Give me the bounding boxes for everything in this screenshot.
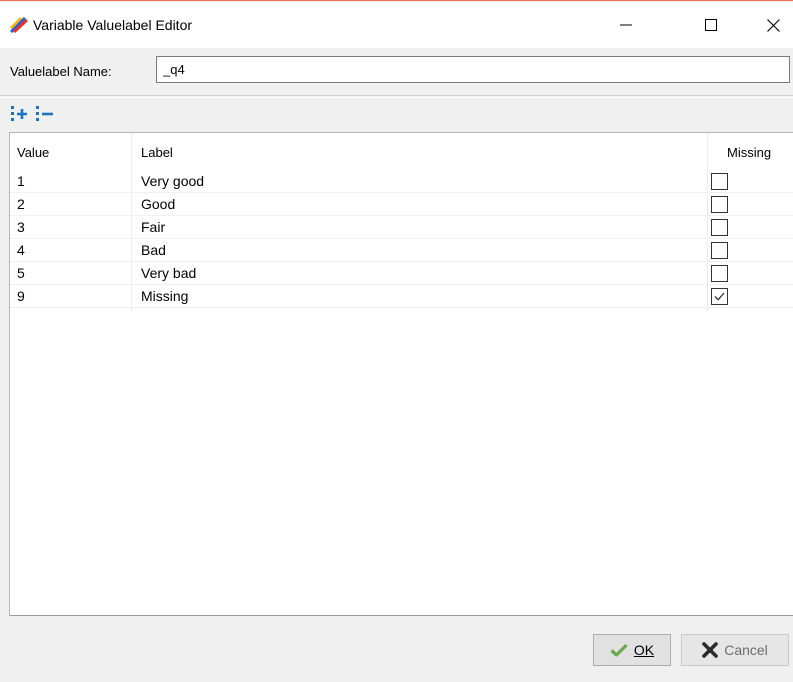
valuelabel-name-input[interactable] [156, 56, 790, 83]
checkmark-icon [714, 292, 725, 301]
cell-label[interactable]: Good [141, 196, 175, 212]
missing-checkbox[interactable] [711, 288, 728, 305]
window-title: Variable Valuelabel Editor [33, 17, 193, 33]
close-button[interactable] [750, 3, 793, 47]
remove-row-icon [36, 106, 53, 121]
cell-value[interactable]: 4 [17, 242, 25, 258]
cell-value[interactable]: 5 [17, 265, 25, 281]
ok-label: OK [633, 642, 655, 658]
missing-checkbox[interactable] [711, 219, 728, 236]
table-row[interactable]: 2 Good [10, 193, 793, 216]
cancel-button[interactable]: Cancel [681, 634, 789, 666]
table-row[interactable]: 3 Fair [10, 216, 793, 239]
missing-checkbox[interactable] [711, 242, 728, 259]
table-row[interactable]: 1 Very good [10, 170, 793, 193]
dialog-footer: OK Cancel [0, 617, 793, 682]
title-bar[interactable]: Variable Valuelabel Editor [0, 2, 793, 48]
name-row: Valuelabel Name: [0, 48, 793, 96]
header-missing[interactable]: Missing [727, 145, 771, 160]
missing-checkbox[interactable] [711, 196, 728, 213]
table-toolbar [0, 97, 793, 131]
valuelabel-table[interactable]: Value Label Missing 1 Very good 2 Good 3 Fair… [9, 132, 793, 616]
cell-value[interactable]: 1 [17, 173, 25, 189]
maximize-button[interactable] [688, 3, 734, 47]
cell-label[interactable]: Fair [141, 219, 165, 235]
add-row-button[interactable] [10, 104, 30, 124]
maximize-icon [705, 19, 717, 31]
table-row[interactable]: 4 Bad [10, 239, 793, 262]
cancel-label: Cancel [724, 642, 768, 658]
remove-row-button[interactable] [35, 104, 55, 124]
table-row[interactable]: 9 Missing [10, 285, 793, 308]
close-icon [766, 18, 780, 32]
cell-value[interactable]: 9 [17, 288, 25, 304]
table-row[interactable]: 5 Very bad [10, 262, 793, 285]
missing-checkbox[interactable] [711, 265, 728, 282]
valuelabel-name-label: Valuelabel Name: [10, 64, 112, 79]
ok-button[interactable]: OK [593, 634, 671, 666]
app-logo-icon [9, 16, 29, 34]
check-icon [610, 643, 628, 657]
minimize-icon [620, 24, 632, 26]
cell-label[interactable]: Very good [141, 173, 204, 189]
cell-label[interactable]: Bad [141, 242, 166, 258]
missing-checkbox[interactable] [711, 173, 728, 190]
header-label[interactable]: Label [141, 145, 173, 160]
cell-value[interactable]: 2 [17, 196, 25, 212]
minimize-button[interactable] [603, 3, 649, 47]
cell-value[interactable]: 3 [17, 219, 25, 235]
cell-label[interactable]: Very bad [141, 265, 196, 281]
dialog-window: Variable Valuelabel Editor Valuelabel Na… [0, 0, 793, 682]
x-icon [702, 642, 719, 658]
cell-label[interactable]: Missing [141, 288, 188, 304]
header-value[interactable]: Value [17, 145, 49, 160]
add-row-icon [11, 106, 27, 121]
